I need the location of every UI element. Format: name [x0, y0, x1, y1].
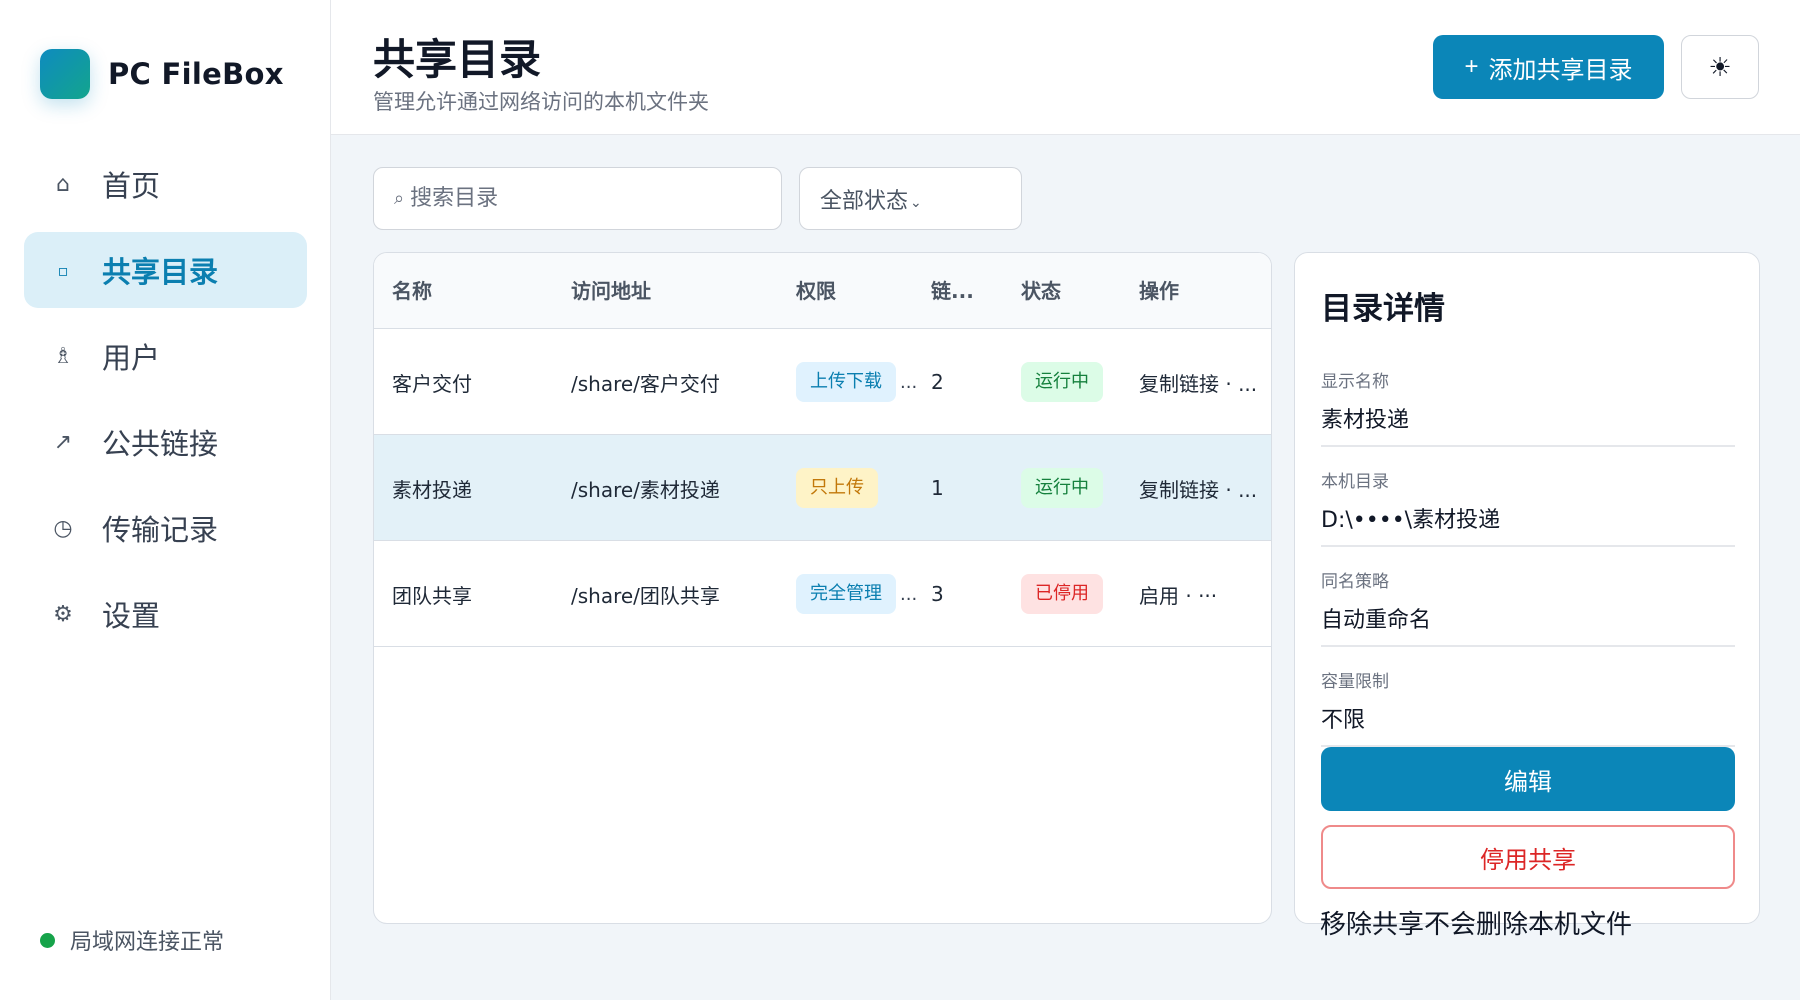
truncation-ellipsis: ... — [900, 583, 918, 605]
row-actions[interactable]: 启用 · ··· — [1139, 541, 1217, 647]
table-header: 名称 访问地址 权限 链... 状态 操作 — [374, 253, 1271, 329]
cell-status: 运行中 — [1021, 435, 1103, 541]
field-label: 显示名称 — [1321, 372, 1389, 392]
sidebar-item-settings[interactable]: ⚙ 设置 — [24, 576, 307, 652]
cell-status: 运行中 — [1021, 329, 1103, 435]
column-header-actions: 操作 — [1139, 279, 1179, 303]
network-status-text: 局域网连接正常 — [70, 930, 225, 955]
sidebar-item-label: 公共链接 — [102, 427, 219, 461]
permission-badge: 完全管理 — [796, 574, 896, 614]
sidebar-item-shared-folders[interactable]: ▫ 共享目录 — [24, 232, 307, 308]
user-icon: ♗ — [53, 343, 73, 369]
cell-url: /share/素材投递 — [571, 477, 720, 502]
page-title: 共享目录 — [373, 35, 542, 84]
status-dot-icon — [40, 932, 55, 948]
cell-permission: 完全管理 ... — [796, 541, 917, 647]
column-header-links[interactable]: 链... — [931, 253, 974, 329]
column-header-name[interactable]: 名称 — [392, 253, 432, 329]
status-badge: 运行中 — [1021, 468, 1103, 508]
field-value: D:\••••\素材投递 — [1321, 508, 1501, 533]
detail-field-display-name: 显示名称 素材投递 — [1321, 367, 1735, 447]
cell-links: 1 — [931, 476, 944, 500]
network-status: 局域网连接正常 — [40, 924, 224, 956]
row-actions[interactable]: 复制链接 · ... — [1139, 329, 1257, 435]
sidebar-item-home[interactable]: ⌂ 首页 — [24, 146, 307, 222]
status-badge: 已停用 — [1021, 574, 1103, 614]
gear-icon: ⚙ — [53, 601, 73, 627]
status-filter-select[interactable]: 全部状态 ⌄ — [799, 167, 1022, 230]
add-shared-folder-label: 添加共享目录 — [1488, 56, 1633, 84]
table-row[interactable]: 素材投递 /share/素材投递 只上传 1 运行中 复制链接 · ... — [374, 435, 1271, 541]
link-icon: ↗ — [53, 429, 73, 455]
cell-permission: 只上传 — [796, 435, 878, 541]
cell-name: 客户交付 — [392, 371, 472, 396]
permission-badge: 只上传 — [796, 468, 878, 508]
sidebar-item-transfer-log[interactable]: ◷ 传输记录 — [24, 490, 307, 566]
folder-detail-panel: 目录详情 显示名称 素材投递 本机目录 D:\••••\素材投递 同名策略 自动… — [1294, 252, 1760, 924]
cell-status: 已停用 — [1021, 541, 1103, 647]
column-header-url[interactable]: 访问地址 — [571, 253, 651, 329]
app-logo — [40, 49, 90, 99]
sidebar-item-label: 传输记录 — [102, 513, 219, 547]
field-label: 容量限制 — [1321, 672, 1389, 692]
permission-badge: 上传下载 — [796, 362, 896, 402]
field-value: 不限 — [1321, 708, 1366, 733]
status-badge: 运行中 — [1021, 362, 1103, 402]
table-row[interactable]: 客户交付 /share/客户交付 上传下载 ... 2 运行中 复制链接 · .… — [374, 329, 1271, 435]
cell-links: 2 — [931, 370, 944, 394]
field-label: 同名策略 — [1321, 572, 1389, 592]
column-header-permission[interactable]: 权限 — [796, 253, 836, 329]
truncation-ellipsis: ... — [900, 371, 918, 393]
page-subtitle: 管理允许通过网络访问的本机文件夹 — [373, 90, 709, 114]
sidebar-item-users[interactable]: ♗ 用户 — [24, 318, 307, 394]
search-input[interactable] — [410, 186, 751, 211]
page-header: 共享目录 管理允许通过网络访问的本机文件夹 + 添加共享目录 ☀ — [331, 0, 1800, 135]
clock-icon: ◷ — [53, 515, 73, 541]
table-row[interactable]: 团队共享 /share/团队共享 完全管理 ... 3 已停用 启用 · ··· — [374, 541, 1271, 647]
detail-field-conflict-policy: 同名策略 自动重命名 — [1321, 567, 1735, 647]
folder-icon: ▫ — [57, 260, 69, 280]
detail-title: 目录详情 — [1321, 291, 1445, 327]
theme-toggle-button[interactable]: ☀ — [1681, 35, 1759, 99]
field-label: 本机目录 — [1321, 472, 1389, 492]
app-name: PC FileBox — [108, 57, 284, 91]
add-shared-folder-button[interactable]: + 添加共享目录 — [1433, 35, 1664, 99]
detail-field-local-path: 本机目录 D:\••••\素材投递 — [1321, 467, 1735, 547]
shared-folders-table: 名称 访问地址 权限 链... 状态 操作 客户交付 /share/客户交付 上… — [373, 252, 1272, 924]
cell-url: /share/客户交付 — [571, 371, 720, 396]
sidebar-item-label: 首页 — [102, 169, 161, 203]
cell-name: 素材投递 — [392, 477, 472, 502]
sidebar-nav: ⌂ 首页 ▫ 共享目录 ♗ 用户 ↗ 公共链接 ◷ 传输记录 ⚙ 设置 — [24, 146, 307, 662]
cell-name: 团队共享 — [392, 583, 472, 608]
search-icon: ⌕ — [394, 188, 405, 209]
remove-share-note: 移除共享不会删除本机文件 — [1320, 910, 1633, 940]
stop-sharing-button[interactable]: 停用共享 — [1321, 825, 1735, 889]
sun-icon: ☀ — [1708, 51, 1732, 82]
brand[interactable]: PC FileBox — [40, 49, 284, 99]
cell-permission: 上传下载 ... — [796, 329, 917, 435]
sidebar-item-label: 共享目录 — [102, 255, 219, 289]
field-value: 素材投递 — [1321, 408, 1410, 433]
sidebar: PC FileBox ⌂ 首页 ▫ 共享目录 ♗ 用户 ↗ 公共链接 ◷ 传输记… — [0, 0, 331, 1000]
edit-button[interactable]: 编辑 — [1321, 747, 1735, 811]
chevron-down-icon: ⌄ — [910, 194, 922, 211]
search-field[interactable]: ⌕ — [373, 167, 782, 230]
detail-field-quota: 容量限制 不限 — [1321, 667, 1735, 747]
sidebar-item-label: 设置 — [102, 599, 161, 633]
home-icon: ⌂ — [56, 171, 70, 197]
plus-icon: + — [1464, 53, 1479, 80]
cell-url: /share/团队共享 — [571, 583, 720, 608]
sidebar-item-public-links[interactable]: ↗ 公共链接 — [24, 404, 307, 480]
row-actions[interactable]: 复制链接 · ... — [1139, 435, 1257, 541]
sidebar-item-label: 用户 — [102, 341, 161, 375]
field-value: 自动重命名 — [1321, 608, 1432, 633]
column-header-status[interactable]: 状态 — [1021, 253, 1061, 329]
status-filter-value: 全部状态 — [820, 188, 909, 214]
cell-links: 3 — [931, 582, 944, 606]
